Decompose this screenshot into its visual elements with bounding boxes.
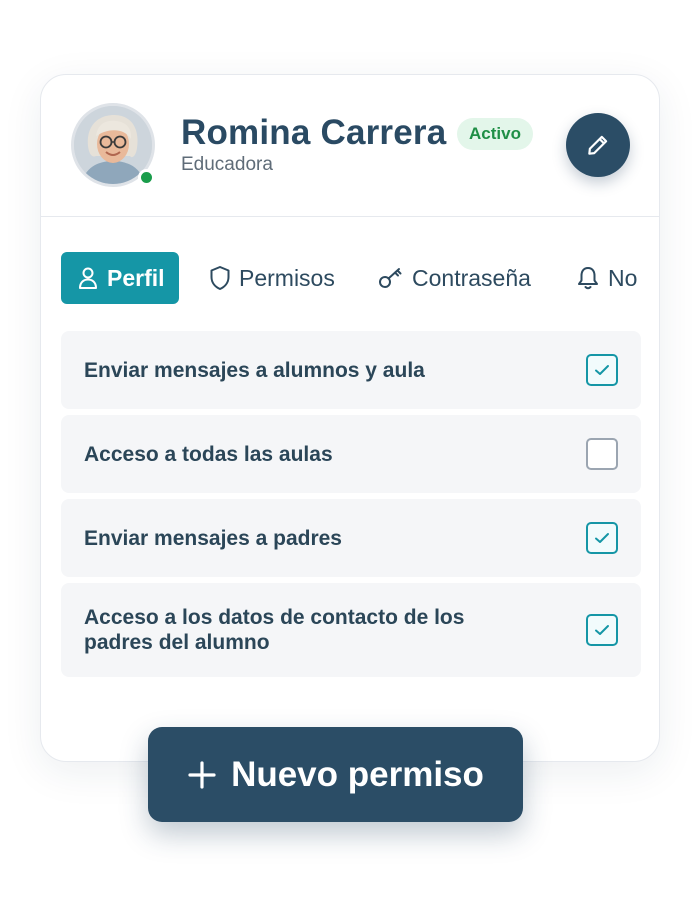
- online-status-dot: [138, 169, 155, 186]
- plus-icon: [187, 760, 217, 790]
- permission-row: Enviar mensajes a padres: [61, 499, 641, 577]
- permission-label: Enviar mensajes a padres: [84, 526, 342, 550]
- permission-label: Enviar mensajes a alumnos y aula: [84, 358, 425, 382]
- permission-label: Acceso a todas las aulas: [84, 442, 333, 466]
- check-icon: [595, 533, 609, 543]
- status-badge: Activo: [457, 118, 533, 150]
- tab-label: Perfil: [107, 264, 165, 291]
- permission-checkbox[interactable]: [586, 522, 618, 554]
- new-permission-button[interactable]: Nuevo permiso: [148, 727, 523, 822]
- tab-perfil[interactable]: Perfil: [61, 252, 179, 304]
- permission-row: Acceso a los datos de contacto de los pa…: [61, 583, 641, 677]
- permission-checkbox[interactable]: [586, 614, 618, 646]
- tab-label: Permisos: [239, 264, 335, 291]
- user-icon: [77, 266, 99, 290]
- tab-notificaciones[interactable]: No: [576, 252, 637, 304]
- permission-row: Enviar mensajes a alumnos y aula: [61, 331, 641, 409]
- permission-checkbox[interactable]: [586, 438, 618, 470]
- permission-checkbox[interactable]: [586, 354, 618, 386]
- profile-header: Romina Carrera Activo Educadora: [41, 75, 659, 217]
- check-icon: [595, 625, 609, 635]
- tab-contrasena[interactable]: Contraseña: [378, 252, 531, 304]
- new-permission-label: Nuevo permiso: [231, 754, 484, 794]
- edit-profile-button[interactable]: [566, 113, 630, 177]
- avatar-container: [71, 103, 155, 187]
- user-card: Romina Carrera Activo Educadora Perfil P…: [40, 74, 660, 762]
- pencil-icon: [588, 135, 608, 155]
- tab-label: Contraseña: [412, 264, 531, 291]
- user-name: Romina Carrera: [181, 113, 447, 152]
- user-role: Educadora: [181, 154, 273, 175]
- permission-label: Acceso a los datos de contacto de los pa…: [84, 606, 465, 654]
- tab-label: No: [608, 264, 638, 291]
- tab-permisos[interactable]: Permisos: [209, 252, 335, 304]
- permissions-list: Enviar mensajes a alumnos y aula Acceso …: [61, 331, 641, 683]
- check-icon: [595, 365, 609, 375]
- bell-icon: [576, 265, 600, 291]
- key-icon: [378, 266, 404, 290]
- shield-icon: [209, 265, 231, 291]
- profile-tabs: Perfil Permisos Contraseña No: [61, 252, 659, 304]
- permission-row: Acceso a todas las aulas: [61, 415, 641, 493]
